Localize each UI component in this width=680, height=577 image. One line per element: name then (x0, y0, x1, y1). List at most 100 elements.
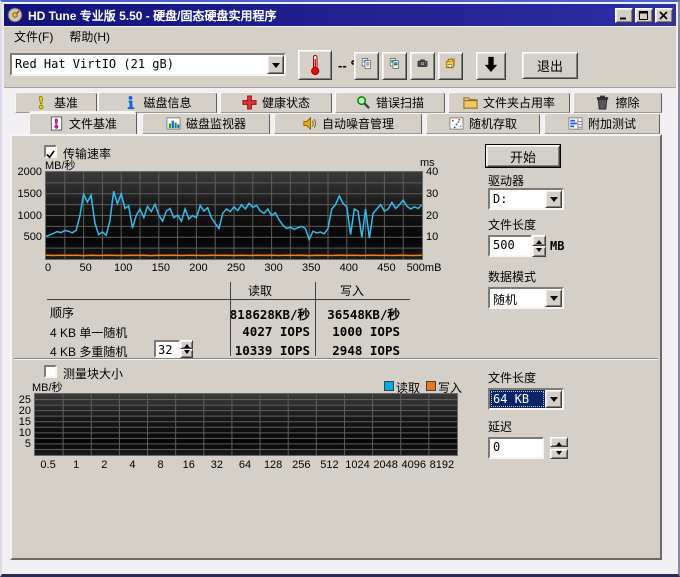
benchmark-icon (34, 95, 49, 110)
tab-label: 磁盘信息 (143, 94, 191, 111)
top-chart-y-right-tick: 20 (426, 210, 448, 222)
error-scan-icon (356, 95, 371, 110)
table-header-write: 写入 (310, 282, 394, 299)
tab-erase[interactable]: 擦除 (573, 92, 662, 113)
disk-info-icon (123, 95, 138, 110)
copy-image-button[interactable] (382, 52, 407, 80)
tab-health[interactable]: 健康状态 (220, 92, 332, 113)
table-row-label: 顺序 (50, 304, 74, 321)
tab-label: 随机存取 (469, 115, 517, 132)
menu-item-file[interactable]: 文件(F) (6, 26, 61, 47)
copy-image-icon (389, 57, 400, 75)
app-icon (7, 7, 23, 23)
tab-file-benchmark[interactable]: 文件基准 (29, 111, 137, 134)
drive-label: 驱动器 (488, 172, 524, 189)
block-file-length-value: 64 KB (490, 390, 545, 408)
block-size-checkbox-label: 测量块大小 (63, 365, 123, 382)
file-length-up-button[interactable] (532, 235, 546, 246)
close-button[interactable] (655, 8, 673, 23)
hdtune-window: HD Tune 专业版 5.50 - 硬盘/固态硬盘实用程序 文件(F)帮助(H… (0, 0, 680, 577)
health-icon (242, 95, 257, 110)
tab-label: 基准 (54, 94, 78, 111)
top-chart-y-right-tick: 30 (426, 188, 448, 200)
tab-label: 擦除 (615, 94, 639, 111)
queue-depth-spinner[interactable]: 32 (154, 340, 180, 358)
top-chart-y-left-tick: 1500 (12, 188, 42, 200)
file-length-down-button[interactable] (532, 246, 546, 257)
disk-monitor-icon (166, 116, 181, 131)
thermometer-icon (307, 54, 323, 76)
top-chart-x-tick: 500mB (402, 262, 446, 274)
minimize-button[interactable] (615, 8, 633, 23)
file-length-spinner[interactable]: 500 (488, 235, 532, 257)
tab-error-scan[interactable]: 错误扫描 (335, 92, 445, 113)
tab-label: 错误扫描 (376, 94, 424, 111)
table-write-value: 1000 IOPS (312, 324, 400, 339)
target-drive-value: D: (490, 190, 545, 208)
top-chart-y-left-tick: 1000 (12, 210, 42, 222)
file-benchmark-icon (49, 116, 64, 131)
tabs-row-1: 基准 磁盘信息 健康状态 错误扫描 文件夹占用率 擦除 (2, 92, 680, 113)
drive-select-value: Red Hat VirtIO (21 gB) (12, 55, 267, 74)
tab-aam[interactable]: 自动噪音管理 (274, 113, 422, 134)
top-chart-y-left-tick: 2000 (12, 166, 42, 178)
block-file-length-select[interactable]: 64 KB (488, 388, 564, 410)
tab-label: 健康状态 (262, 94, 310, 111)
extra-tests-icon (568, 116, 583, 131)
top-chart-y-right-tick: 40 (426, 166, 448, 178)
delay-input[interactable]: 0 (488, 437, 544, 459)
tab-extra-tests[interactable]: 附加测试 (544, 113, 660, 134)
tab-disk-info[interactable]: 磁盘信息 (98, 92, 217, 113)
drive-select-arrow[interactable] (267, 55, 284, 74)
block-file-length-arrow[interactable] (545, 390, 562, 408)
temperature-button[interactable] (298, 50, 332, 80)
tab-random-access[interactable]: 随机存取 (426, 113, 540, 134)
exit-button-label: 退出 (537, 56, 563, 75)
tab-benchmark[interactable]: 基准 (15, 92, 97, 113)
save-button[interactable] (438, 52, 463, 80)
start-button[interactable]: 开始 (486, 145, 560, 167)
target-drive-select[interactable]: D: (488, 188, 564, 210)
data-mode-label: 数据模式 (488, 268, 536, 285)
download-icon (483, 56, 499, 76)
bottom-chart-y-tick: 5 (12, 438, 31, 450)
copy-text-button[interactable] (354, 52, 379, 80)
drive-select[interactable]: Red Hat VirtIO (21 gB) (10, 53, 286, 76)
table-read-value: 10339 IOPS (226, 343, 310, 358)
queue-depth-up-button[interactable] (180, 340, 193, 349)
file-length-unit: MB (550, 239, 564, 253)
maximize-button[interactable] (635, 8, 653, 23)
legend-label-read: 读取 (396, 379, 420, 396)
block-file-length-label: 文件长度 (488, 369, 536, 386)
tab-label: 附加测试 (588, 115, 636, 132)
table-read-value: 4027 IOPS (226, 324, 310, 339)
screenshot-button[interactable] (410, 52, 435, 80)
file-length-value: 500 (493, 238, 515, 252)
save-icon (445, 57, 456, 75)
data-mode-select[interactable]: 随机 (488, 287, 564, 309)
target-drive-arrow[interactable] (545, 190, 562, 208)
aam-icon (302, 116, 317, 131)
table-row-label: 4 KB 多重随机 (50, 343, 127, 360)
delay-up-button[interactable] (550, 437, 568, 447)
block-size-chart (34, 393, 458, 456)
queue-depth-down-button[interactable] (180, 349, 193, 358)
block-size-checkbox[interactable] (44, 365, 57, 378)
table-row-label: 4 KB 单一随机 (50, 324, 127, 341)
queue-depth-value: 32 (158, 343, 172, 357)
bottom-chart-x-tick: 8192 (422, 459, 462, 471)
tab-label: 磁盘监视器 (186, 115, 246, 132)
tab-disk-monitor[interactable]: 磁盘监视器 (142, 113, 270, 134)
download-results-button[interactable] (476, 52, 506, 80)
delay-down-button[interactable] (550, 449, 568, 459)
titlebar: HD Tune 专业版 5.50 - 硬盘/固态硬盘实用程序 (4, 4, 676, 26)
data-mode-arrow[interactable] (545, 289, 562, 307)
tab-label: 文件夹占用率 (483, 94, 555, 111)
menu-item-help[interactable]: 帮助(H) (61, 26, 118, 47)
random-access-icon (449, 116, 464, 131)
tab-content-panel: 传输速率 MB/秒 ms 32 测量块大小 MB/秒 开始 驱动器 D: (10, 134, 662, 560)
table-header-read: 读取 (220, 282, 300, 299)
transfer-rate-chart (45, 171, 423, 260)
exit-button[interactable]: 退出 (522, 52, 578, 79)
tab-folder-usage[interactable]: 文件夹占用率 (448, 92, 570, 113)
